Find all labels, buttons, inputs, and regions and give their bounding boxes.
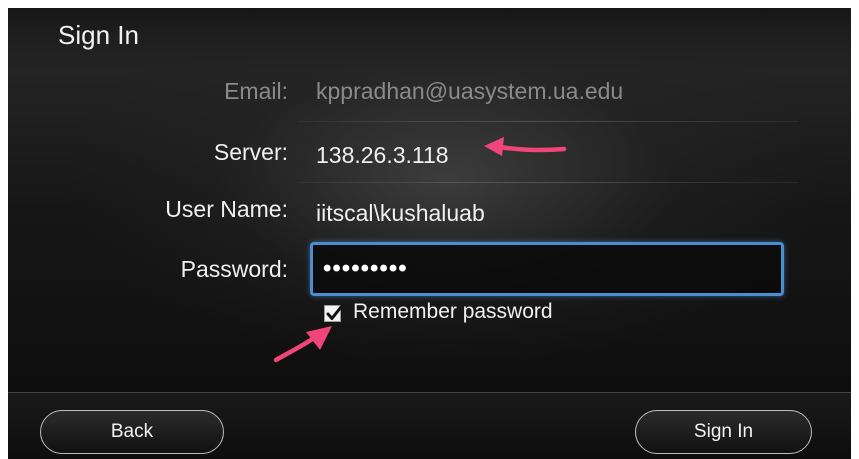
remember-password-label[interactable]: Remember password bbox=[353, 300, 553, 324]
remember-password-checkbox[interactable] bbox=[324, 305, 343, 322]
annotation-arrow-icon bbox=[273, 326, 332, 363]
sign-in-screen: Sign In Email: kppradhan@uasystem.ua.edu… bbox=[8, 8, 851, 459]
password-value: ••••••••• bbox=[323, 255, 408, 282]
row-divider bbox=[298, 182, 798, 183]
annotation-arrow-icon bbox=[484, 137, 567, 156]
server-label: Server: bbox=[213, 139, 288, 165]
server-field[interactable]: 138.26.3.118 bbox=[316, 142, 449, 169]
email-field: kppradhan@uasystem.ua.edu bbox=[316, 78, 624, 104]
checkmark-icon bbox=[326, 305, 343, 320]
email-label: Email: bbox=[224, 78, 288, 104]
row-divider bbox=[298, 121, 798, 122]
back-button[interactable]: Back bbox=[40, 410, 224, 454]
password-field[interactable]: ••••••••• bbox=[310, 242, 784, 296]
page-title: Sign In bbox=[58, 20, 139, 50]
password-label: Password: bbox=[180, 256, 288, 282]
username-field[interactable]: iitscal\kushaluab bbox=[316, 200, 485, 227]
sign-in-button[interactable]: Sign In bbox=[635, 410, 812, 454]
username-label: User Name: bbox=[165, 196, 288, 222]
